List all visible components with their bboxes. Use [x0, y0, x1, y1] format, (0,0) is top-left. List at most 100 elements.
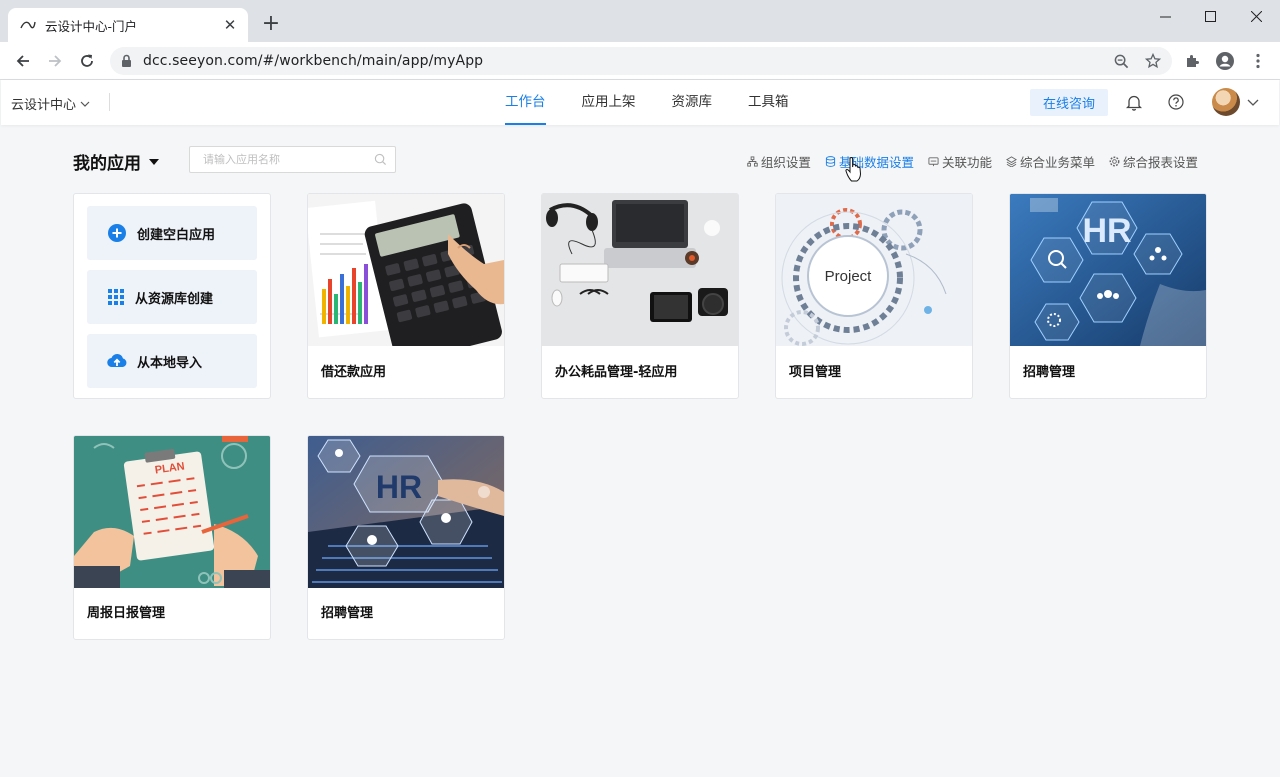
tab-title: 云设计中心-门户 — [45, 18, 138, 34]
create-from-library-label: 从资源库创建 — [135, 291, 214, 307]
puzzle-icon — [1187, 55, 1199, 67]
caret-down-icon — [149, 158, 159, 165]
create-app-panel: 创建空白应用 从资源库创建 从本地导入 — [73, 193, 271, 399]
app-card-recruitment-2[interactable]: HR 招聘管理 — [307, 435, 505, 640]
maximize-icon — [1204, 10, 1216, 22]
hr-hexagon-illustration: HR — [1010, 194, 1206, 346]
question-circle-icon — [1168, 94, 1184, 110]
report-settings-link[interactable]: 综合报表设置 — [1109, 152, 1198, 171]
browser-toolbar: dcc.seeyon.com/#/workbench/main/app/myAp… — [0, 42, 1280, 80]
app-card-office-supplies[interactable]: 办公耗品管理-轻应用 — [541, 193, 739, 399]
extensions-button[interactable] — [1183, 51, 1203, 71]
lock-icon — [122, 54, 131, 67]
maximize-button[interactable] — [1187, 0, 1233, 32]
cloud-upload-icon — [107, 353, 127, 368]
app-name: 招聘管理 — [1023, 365, 1076, 380]
app-name: 周报日报管理 — [87, 606, 166, 621]
zoom-icon — [1114, 54, 1128, 68]
app-header: 云设计中心 工作台 应用上架 资源库 工具箱 在线咨询 — [1, 80, 1279, 125]
close-icon — [1250, 10, 1262, 22]
close-window-button[interactable] — [1233, 0, 1279, 32]
online-consult-button[interactable]: 在线咨询 — [1030, 89, 1108, 116]
chevron-down-icon — [80, 101, 90, 107]
app-card-image: PLAN — [74, 436, 270, 588]
forward-button[interactable] — [43, 49, 67, 73]
minimize-icon — [1159, 16, 1171, 17]
app-card-image: HR — [308, 436, 504, 588]
profile-button[interactable] — [1215, 51, 1235, 71]
browser-tab[interactable]: 云设计中心-门户 ✕ — [8, 8, 248, 42]
star-icon — [1145, 53, 1161, 69]
help-button[interactable] — [1166, 92, 1186, 112]
nav-resource-library[interactable]: 资源库 — [672, 80, 713, 125]
hand-cursor-icon — [845, 157, 862, 182]
related-functions-link[interactable]: 关联功能 — [928, 152, 992, 171]
nav-app-publish[interactable]: 应用上架 — [582, 80, 636, 125]
org-icon — [747, 156, 758, 167]
base-data-settings-link[interactable]: 基础数据设置 — [825, 152, 914, 171]
nav-toolbox[interactable]: 工具箱 — [748, 80, 789, 125]
app-name: 项目管理 — [789, 365, 842, 380]
report-settings-label: 综合报表设置 — [1122, 155, 1198, 170]
layers-icon — [1005, 156, 1017, 167]
project-gears-illustration: Project — [776, 194, 972, 346]
database-icon — [825, 156, 836, 167]
arrow-left-icon — [16, 55, 29, 67]
link-icon — [928, 157, 939, 167]
account-icon — [1216, 52, 1234, 70]
org-settings-link[interactable]: 组织设置 — [747, 152, 811, 171]
app-search-input[interactable] — [190, 147, 360, 172]
main-nav: 工作台 应用上架 资源库 工具箱 — [505, 80, 825, 125]
hr-image-text: HR — [376, 469, 422, 505]
app-name: 招聘管理 — [321, 606, 374, 621]
reload-button[interactable] — [75, 49, 99, 73]
app-card-project[interactable]: Project 项目管理 — [775, 193, 973, 399]
reload-icon — [81, 54, 93, 67]
new-tab-button[interactable]: + — [260, 13, 282, 35]
user-menu-chevron-icon[interactable] — [1247, 99, 1259, 106]
business-menu-link[interactable]: 综合业务菜单 — [1005, 152, 1095, 171]
app-card-image — [308, 194, 504, 346]
bell-icon — [1126, 95, 1142, 111]
app-search — [189, 146, 396, 173]
plus-circle-icon — [108, 224, 126, 242]
page-title-dropdown[interactable]: 我的应用 — [73, 149, 159, 174]
bookmark-button[interactable] — [1144, 52, 1162, 70]
business-menu-label: 综合业务菜单 — [1019, 155, 1095, 170]
app-name: 借还款应用 — [321, 365, 387, 380]
zoom-button[interactable] — [1112, 52, 1130, 70]
header-divider — [109, 93, 110, 111]
related-functions-label: 关联功能 — [941, 155, 992, 170]
back-button[interactable] — [11, 49, 35, 73]
create-blank-app-label: 创建空白应用 — [137, 227, 216, 243]
page-title: 我的应用 — [73, 154, 141, 174]
app-card-image: HR — [1010, 194, 1206, 346]
app-card-image: Project — [776, 194, 972, 346]
app-card-recruitment[interactable]: HR 招聘管理 — [1009, 193, 1207, 399]
hr-image-text: HR — [1082, 212, 1131, 250]
browser-menu-button[interactable] — [1248, 51, 1268, 71]
app-card-loan[interactable]: 借还款应用 — [307, 193, 505, 399]
site-favicon-icon — [20, 21, 36, 29]
brand-switcher[interactable]: 云设计中心 — [11, 94, 90, 113]
calculator-illustration — [308, 194, 504, 346]
import-local-label: 从本地导入 — [137, 355, 203, 371]
search-icon[interactable] — [374, 153, 387, 166]
gear-icon — [1109, 156, 1120, 167]
plan-clipboard-illustration: PLAN — [74, 436, 270, 588]
create-blank-app-button[interactable]: 创建空白应用 — [87, 206, 257, 260]
app-card-reports[interactable]: PLAN 周报日报管理 — [73, 435, 271, 640]
nav-workbench[interactable]: 工作台 — [505, 80, 546, 125]
create-from-library-button[interactable]: 从资源库创建 — [87, 270, 257, 324]
address-bar[interactable]: dcc.seeyon.com/#/workbench/main/app/myAp… — [110, 47, 1172, 75]
browser-tab-strip: 云设计中心-门户 ✕ + — [0, 0, 1280, 42]
project-image-text: Project — [825, 268, 873, 285]
user-avatar[interactable] — [1212, 88, 1240, 116]
org-settings-label: 组织设置 — [760, 155, 811, 170]
import-local-button[interactable]: 从本地导入 — [87, 334, 257, 388]
minimize-button[interactable] — [1142, 0, 1188, 32]
hr-laptop-illustration: HR — [308, 436, 504, 588]
close-tab-icon[interactable]: ✕ — [222, 16, 238, 34]
notifications-button[interactable] — [1124, 92, 1144, 112]
desk-items-illustration — [542, 194, 738, 346]
